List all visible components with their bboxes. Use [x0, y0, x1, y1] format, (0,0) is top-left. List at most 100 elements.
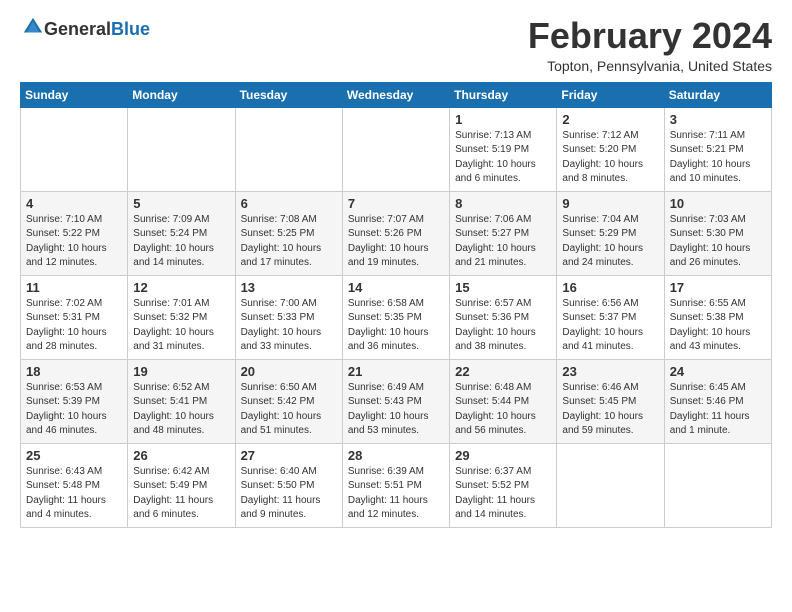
header: GeneralBlue February 2024 Topton, Pennsy…	[20, 16, 772, 74]
day-cell: 2Sunrise: 7:12 AM Sunset: 5:20 PM Daylig…	[557, 107, 664, 191]
day-info: Sunrise: 7:04 AM Sunset: 5:29 PM Dayligh…	[562, 213, 658, 271]
day-info: Sunrise: 6:46 AM Sunset: 5:45 PM Dayligh…	[562, 381, 658, 439]
week-row-0: 1 Sunrise: 7:13 AM Sunset: 5:19 PM Daylig…	[21, 107, 772, 191]
day-number: 13	[241, 280, 337, 295]
calendar-header: SundayMondayTuesdayWednesdayThursdayFrid…	[21, 82, 772, 107]
day-cell: 26Sunrise: 6:42 AM Sunset: 5:49 PM Dayli…	[128, 443, 235, 527]
day-number: 27	[241, 448, 337, 463]
day-info: Sunrise: 7:03 AM Sunset: 5:30 PM Dayligh…	[670, 213, 766, 271]
day-info: Sunrise: 7:07 AM Sunset: 5:26 PM Dayligh…	[348, 213, 444, 271]
day-info: Sunrise: 6:50 AM Sunset: 5:42 PM Dayligh…	[241, 381, 337, 439]
day-cell: 17 Sunrise: 6:55 AM Sunset: 5:38 PM Dayli…	[664, 275, 771, 359]
header-wednesday: Wednesday	[342, 82, 449, 107]
day-number: 1	[455, 112, 551, 127]
day-info: Sunrise: 6:52 AM Sunset: 5:41 PM Dayligh…	[133, 381, 229, 439]
day-number: 29	[455, 448, 551, 463]
day-cell: 13 Sunrise: 7:00 AM Sunset: 5:33 PM Dayli…	[235, 275, 342, 359]
day-info: Sunrise: 7:06 AM Sunset: 5:27 PM Dayligh…	[455, 213, 551, 271]
day-number: 28	[348, 448, 444, 463]
day-cell	[128, 107, 235, 191]
header-friday: Friday	[557, 82, 664, 107]
day-number: 24	[670, 364, 766, 379]
day-info: Sunrise: 6:42 AM Sunset: 5:49 PM Dayligh…	[133, 465, 229, 523]
header-row: SundayMondayTuesdayWednesdayThursdayFrid…	[21, 82, 772, 107]
day-info: Sunrise: 6:39 AM Sunset: 5:51 PM Dayligh…	[348, 465, 444, 523]
day-cell: 24 Sunrise: 6:45 AM Sunset: 5:46 PM Dayli…	[664, 359, 771, 443]
logo-general: General	[44, 19, 111, 39]
header-tuesday: Tuesday	[235, 82, 342, 107]
day-number: 12	[133, 280, 229, 295]
logo-blue: Blue	[111, 19, 150, 39]
week-row-4: 25 Sunrise: 6:43 AM Sunset: 5:48 PM Dayli…	[21, 443, 772, 527]
day-info: Sunrise: 6:58 AM Sunset: 5:35 PM Dayligh…	[348, 297, 444, 355]
day-info: Sunrise: 6:43 AM Sunset: 5:48 PM Dayligh…	[26, 465, 122, 523]
day-number: 7	[348, 196, 444, 211]
header-monday: Monday	[128, 82, 235, 107]
day-info: Sunrise: 6:53 AM Sunset: 5:39 PM Dayligh…	[26, 381, 122, 439]
calendar-table: SundayMondayTuesdayWednesdayThursdayFrid…	[20, 82, 772, 528]
day-number: 8	[455, 196, 551, 211]
day-number: 11	[26, 280, 122, 295]
day-info: Sunrise: 7:11 AM Sunset: 5:21 PM Dayligh…	[670, 129, 766, 187]
day-info: Sunrise: 7:08 AM Sunset: 5:25 PM Dayligh…	[241, 213, 337, 271]
day-info: Sunrise: 6:57 AM Sunset: 5:36 PM Dayligh…	[455, 297, 551, 355]
week-row-3: 18Sunrise: 6:53 AM Sunset: 5:39 PM Dayli…	[21, 359, 772, 443]
day-cell: 11Sunrise: 7:02 AM Sunset: 5:31 PM Dayli…	[21, 275, 128, 359]
day-cell: 29 Sunrise: 6:37 AM Sunset: 5:52 PM Dayli…	[450, 443, 557, 527]
day-number: 20	[241, 364, 337, 379]
day-info: Sunrise: 6:37 AM Sunset: 5:52 PM Dayligh…	[455, 465, 551, 523]
day-number: 14	[348, 280, 444, 295]
location-title: Topton, Pennsylvania, United States	[528, 58, 772, 74]
day-info: Sunrise: 7:00 AM Sunset: 5:33 PM Dayligh…	[241, 297, 337, 355]
day-cell: 7 Sunrise: 7:07 AM Sunset: 5:26 PM Daylig…	[342, 191, 449, 275]
day-info: Sunrise: 6:56 AM Sunset: 5:37 PM Dayligh…	[562, 297, 658, 355]
day-cell: 8 Sunrise: 7:06 AM Sunset: 5:27 PM Daylig…	[450, 191, 557, 275]
day-cell	[235, 107, 342, 191]
day-info: Sunrise: 6:40 AM Sunset: 5:50 PM Dayligh…	[241, 465, 337, 523]
day-number: 6	[241, 196, 337, 211]
day-cell: 20 Sunrise: 6:50 AM Sunset: 5:42 PM Dayli…	[235, 359, 342, 443]
day-number: 2	[562, 112, 658, 127]
day-number: 15	[455, 280, 551, 295]
day-info: Sunrise: 7:09 AM Sunset: 5:24 PM Dayligh…	[133, 213, 229, 271]
day-cell: 27 Sunrise: 6:40 AM Sunset: 5:50 PM Dayli…	[235, 443, 342, 527]
day-info: Sunrise: 7:10 AM Sunset: 5:22 PM Dayligh…	[26, 213, 122, 271]
day-number: 10	[670, 196, 766, 211]
day-cell	[342, 107, 449, 191]
day-number: 9	[562, 196, 658, 211]
logo-icon	[22, 16, 44, 38]
day-info: Sunrise: 6:55 AM Sunset: 5:38 PM Dayligh…	[670, 297, 766, 355]
day-cell: 10 Sunrise: 7:03 AM Sunset: 5:30 PM Dayli…	[664, 191, 771, 275]
day-cell: 4 Sunrise: 7:10 AM Sunset: 5:22 PM Daylig…	[21, 191, 128, 275]
day-info: Sunrise: 6:48 AM Sunset: 5:44 PM Dayligh…	[455, 381, 551, 439]
day-cell	[21, 107, 128, 191]
logo: GeneralBlue	[20, 16, 150, 43]
day-number: 16	[562, 280, 658, 295]
day-cell: 14 Sunrise: 6:58 AM Sunset: 5:35 PM Dayli…	[342, 275, 449, 359]
day-cell: 16 Sunrise: 6:56 AM Sunset: 5:37 PM Dayli…	[557, 275, 664, 359]
day-number: 4	[26, 196, 122, 211]
day-cell: 15 Sunrise: 6:57 AM Sunset: 5:36 PM Dayli…	[450, 275, 557, 359]
day-info: Sunrise: 7:01 AM Sunset: 5:32 PM Dayligh…	[133, 297, 229, 355]
day-number: 17	[670, 280, 766, 295]
day-cell: 3Sunrise: 7:11 AM Sunset: 5:21 PM Daylig…	[664, 107, 771, 191]
day-cell: 18Sunrise: 6:53 AM Sunset: 5:39 PM Dayli…	[21, 359, 128, 443]
day-cell: 21Sunrise: 6:49 AM Sunset: 5:43 PM Dayli…	[342, 359, 449, 443]
day-cell: 28 Sunrise: 6:39 AM Sunset: 5:51 PM Dayli…	[342, 443, 449, 527]
day-cell: 12 Sunrise: 7:01 AM Sunset: 5:32 PM Dayli…	[128, 275, 235, 359]
day-number: 25	[26, 448, 122, 463]
day-cell: 22Sunrise: 6:48 AM Sunset: 5:44 PM Dayli…	[450, 359, 557, 443]
day-number: 23	[562, 364, 658, 379]
day-cell	[557, 443, 664, 527]
day-cell: 19Sunrise: 6:52 AM Sunset: 5:41 PM Dayli…	[128, 359, 235, 443]
day-number: 21	[348, 364, 444, 379]
day-number: 5	[133, 196, 229, 211]
day-cell	[664, 443, 771, 527]
day-cell: 1 Sunrise: 7:13 AM Sunset: 5:19 PM Daylig…	[450, 107, 557, 191]
day-info: Sunrise: 6:45 AM Sunset: 5:46 PM Dayligh…	[670, 381, 766, 439]
header-sunday: Sunday	[21, 82, 128, 107]
day-info: Sunrise: 7:13 AM Sunset: 5:19 PM Dayligh…	[455, 129, 551, 187]
header-thursday: Thursday	[450, 82, 557, 107]
header-saturday: Saturday	[664, 82, 771, 107]
title-area: February 2024 Topton, Pennsylvania, Unit…	[528, 16, 772, 74]
